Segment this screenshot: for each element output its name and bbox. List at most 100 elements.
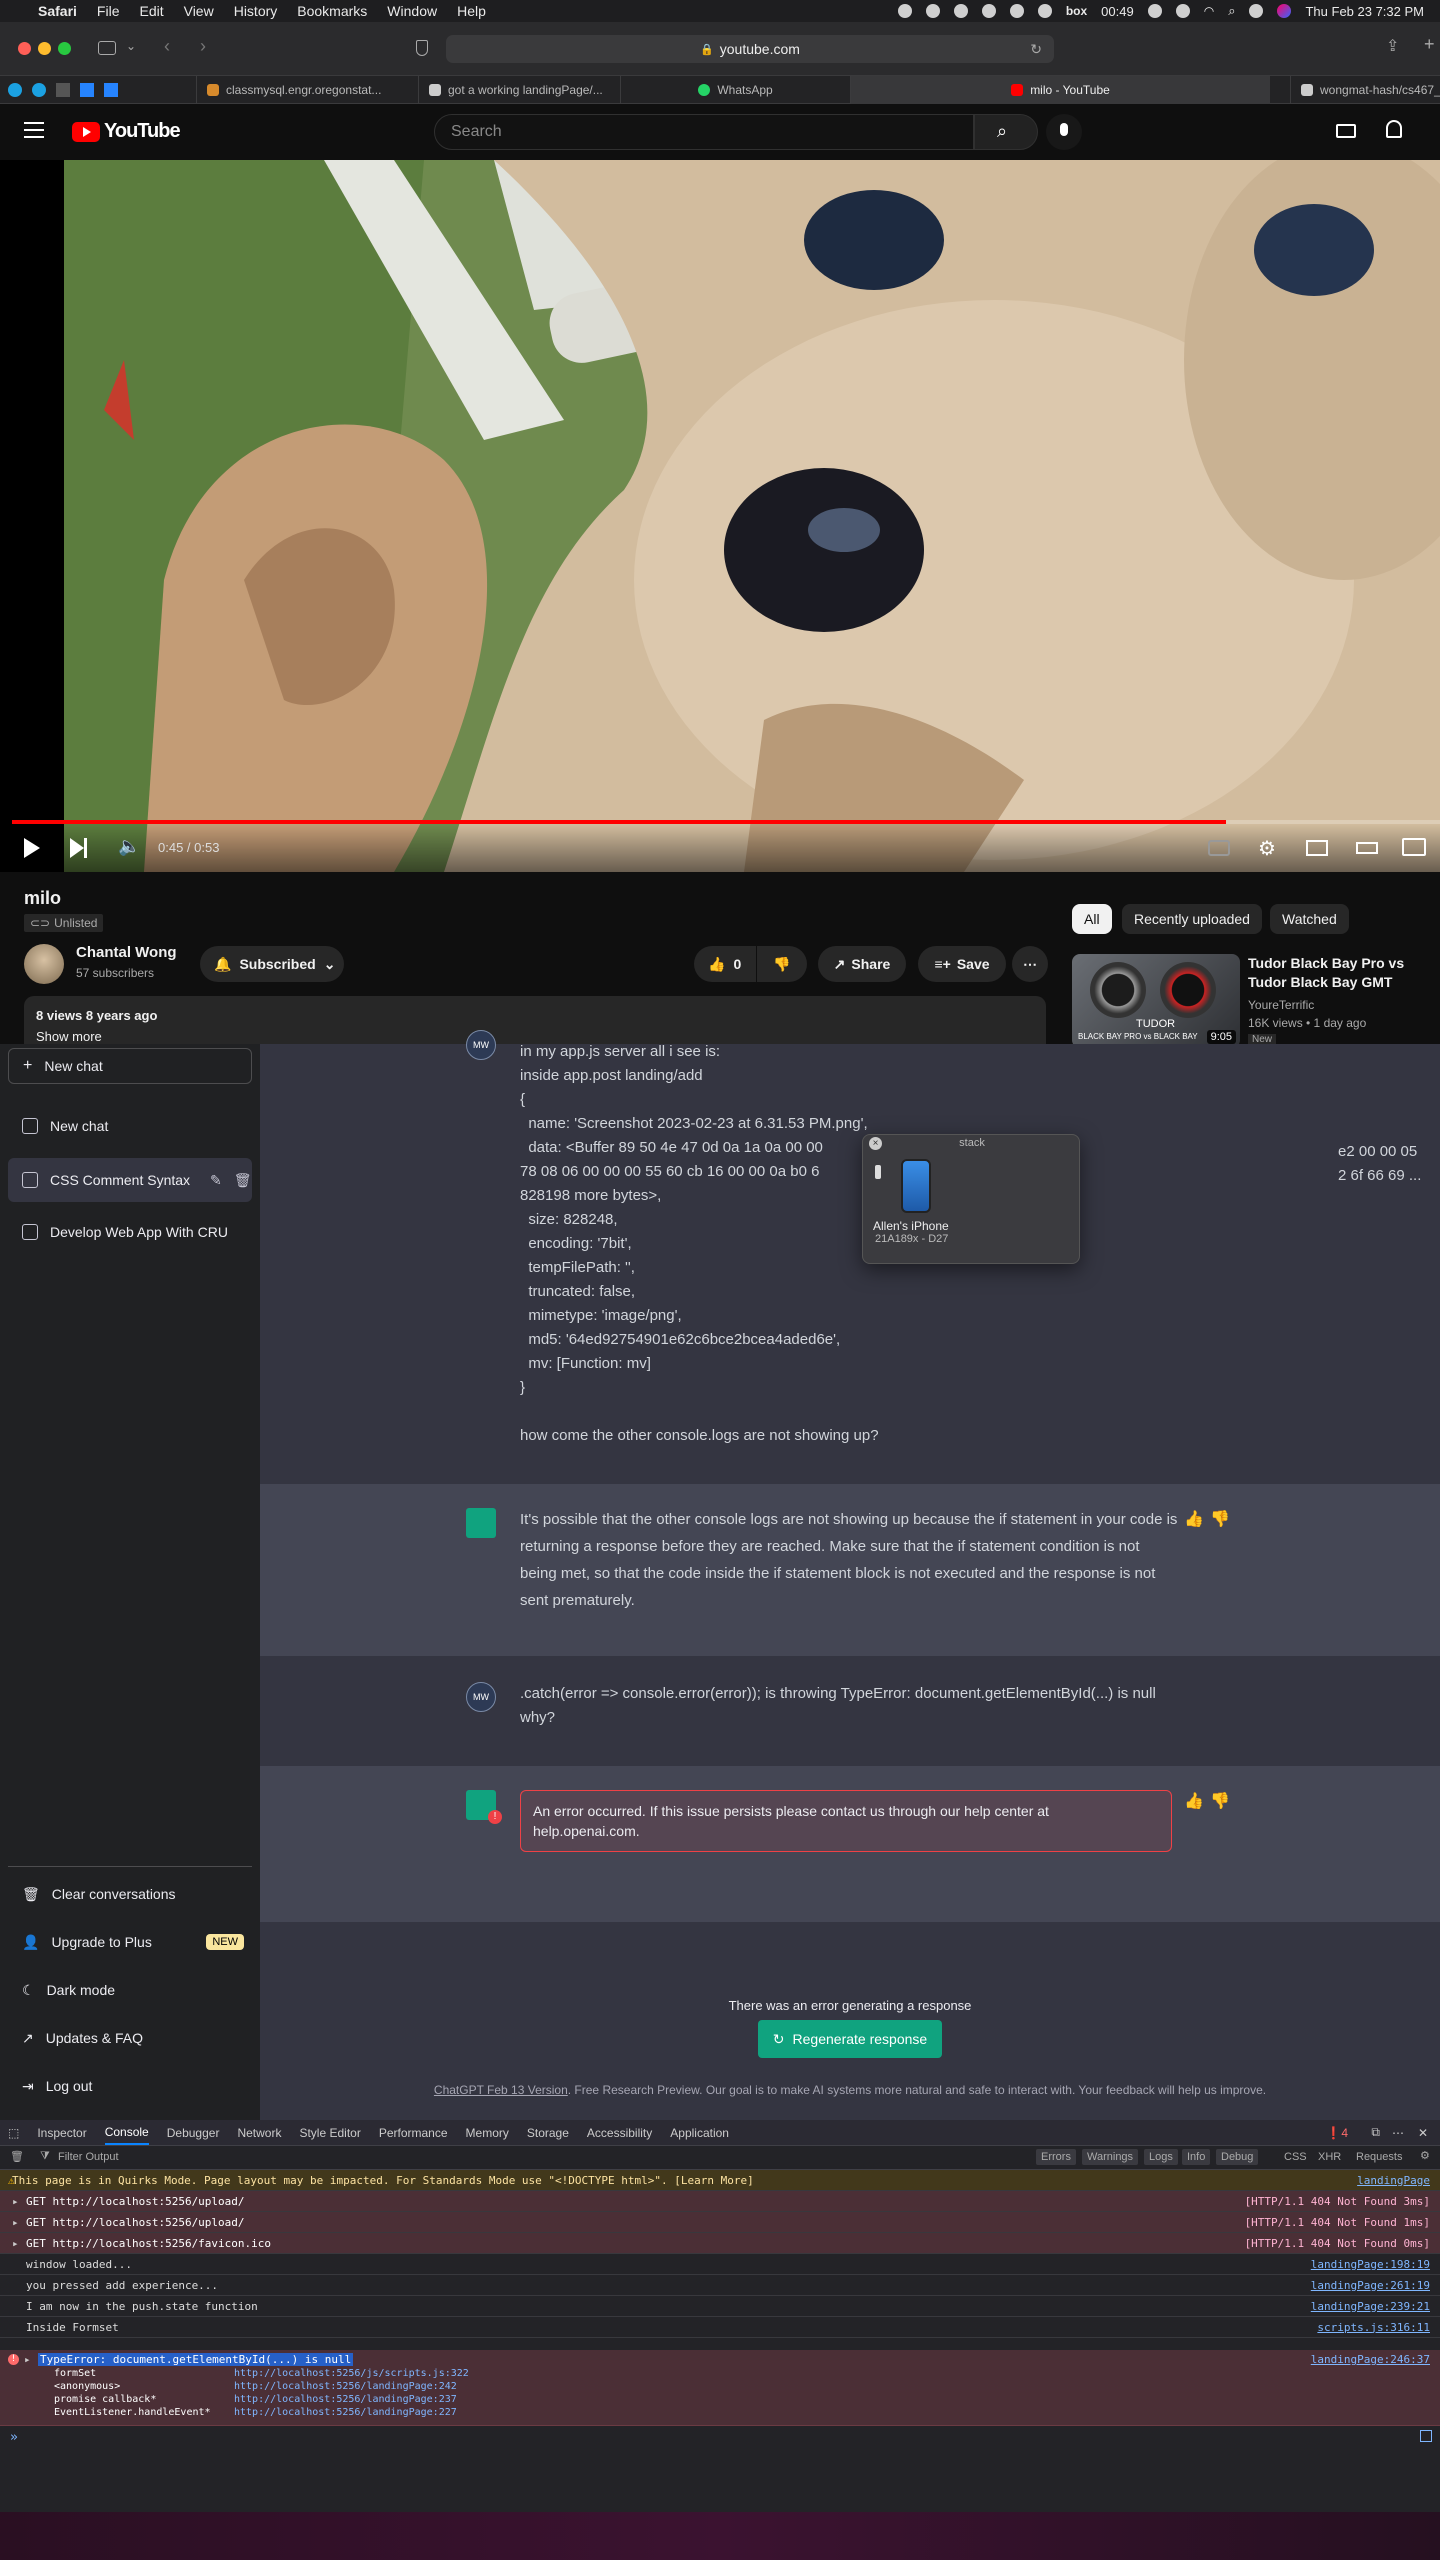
channel-avatar[interactable] [24, 944, 64, 984]
sidebar-item-css-comment[interactable]: CSS Comment Syntax ✎ 🗑 [8, 1158, 252, 1202]
expand-arrow-icon[interactable]: ▸ [12, 2195, 19, 2208]
pinned-tab[interactable] [80, 83, 94, 97]
chevron-down-icon[interactable]: ⌄ [126, 39, 136, 53]
tab-youtube-active[interactable]: milo - YouTube [850, 76, 1270, 104]
tab-console[interactable]: Console [104, 2121, 149, 2145]
source-link[interactable]: landingPage:261:19 [1311, 2279, 1430, 2292]
share-button[interactable]: ↗ Share [818, 946, 906, 982]
stack-location-link[interactable]: http://localhost:5256/landingPage:242 [234, 2381, 457, 2392]
filter-errors[interactable]: Errors [1036, 2149, 1076, 2165]
filter-css[interactable]: CSS [1284, 2151, 1307, 2163]
menu-app-name[interactable]: Safari [38, 3, 77, 19]
miniplayer-icon[interactable] [1306, 840, 1328, 856]
reload-icon[interactable]: ↻ [1030, 41, 1042, 58]
close-devtools-icon[interactable]: ✕ [1418, 2126, 1428, 2140]
dock-icon[interactable]: ⧉ [1371, 2125, 1380, 2140]
close-window-button[interactable] [18, 42, 31, 55]
network-error-row[interactable]: ▸ GET http://localhost:5256/favicon.ico [H… [0, 2233, 1440, 2254]
search-icon[interactable]: ⌕ [1228, 3, 1235, 19]
tab-wongmat[interactable]: wongmat-hash/cs467_... [1290, 76, 1440, 104]
thumbs-up-icon[interactable]: 👍 [1184, 1508, 1204, 1532]
share-icon[interactable]: ⇪ [1386, 36, 1399, 56]
search-button[interactable]: ⌕ [974, 114, 1038, 150]
forward-icon[interactable]: › [200, 36, 206, 57]
sidebar-item-develop-web-app[interactable]: Develop Web App With CRU [8, 1210, 252, 1254]
filter-warnings[interactable]: Warnings [1082, 2149, 1139, 2165]
play-button[interactable] [24, 838, 40, 858]
filter-requests[interactable]: Requests [1356, 2151, 1402, 2163]
version-link[interactable]: ChatGPT Feb 13 Version [434, 2083, 568, 2097]
more-options-icon[interactable]: ⋯ [1392, 2126, 1404, 2140]
tab-github[interactable]: got a working landingPage/... [418, 76, 620, 104]
tab-whatsapp[interactable]: WhatsApp [620, 76, 850, 104]
pick-element-icon[interactable]: ⬚ [8, 2126, 19, 2140]
hamburger-menu-icon[interactable] [24, 122, 44, 138]
pinned-tab[interactable] [104, 83, 118, 97]
sidebar-item-new-chat[interactable]: New chat [8, 1104, 252, 1148]
wifi-icon[interactable]: ◠ [1204, 4, 1214, 18]
tab-network[interactable]: Network [237, 2126, 281, 2140]
trash-icon[interactable]: 🗑 [234, 1172, 252, 1189]
chip-watched[interactable]: Watched [1270, 904, 1349, 934]
menu-view[interactable]: View [184, 3, 214, 19]
filter-xhr[interactable]: XHR [1318, 2151, 1341, 2163]
menu-edit[interactable]: Edit [139, 3, 163, 19]
recommended-title[interactable]: Tudor Black Bay Pro vs Tudor Black Bay G… [1248, 954, 1434, 992]
recommended-channel[interactable]: YoureTerrific [1248, 998, 1314, 1012]
new-chat-button[interactable]: + New chat [8, 1048, 252, 1084]
status-icon[interactable] [953, 4, 968, 18]
split-console-icon[interactable] [1420, 2430, 1432, 2442]
updates-faq-link[interactable]: ↗ Updates & FAQ [8, 2016, 252, 2060]
description-box[interactable]: 8 views 8 years ago Show more [24, 996, 1046, 1044]
tab-memory[interactable]: Memory [466, 2126, 509, 2140]
console-settings-gear-icon[interactable]: ⚙ [1420, 2149, 1430, 2162]
tab-performance[interactable]: Performance [379, 2126, 448, 2140]
filter-output-input[interactable]: Filter Output [58, 2151, 119, 2163]
siri-icon[interactable] [1277, 4, 1292, 18]
tab-style-editor[interactable]: Style Editor [299, 2126, 360, 2140]
menu-help[interactable]: Help [457, 3, 486, 19]
pinned-tab[interactable] [56, 83, 70, 97]
clock[interactable]: Thu Feb 23 7:32 PM [1305, 4, 1424, 19]
youtube-logo-icon[interactable] [72, 122, 100, 142]
theater-mode-icon[interactable] [1356, 842, 1378, 854]
captions-icon[interactable] [1208, 840, 1230, 856]
like-button[interactable]: 👍 0 [694, 946, 756, 982]
address-bar[interactable]: 🔒 youtube.com ↻ [446, 35, 1054, 63]
tab-application[interactable]: Application [670, 2126, 729, 2140]
youtube-logo-text[interactable]: YouTube [104, 120, 181, 143]
status-icon[interactable] [897, 4, 912, 18]
tab-storage[interactable]: Storage [527, 2126, 569, 2140]
menu-bookmarks[interactable]: Bookmarks [297, 3, 367, 19]
filter-logs[interactable]: Logs [1144, 2149, 1178, 2165]
tab-accessibility[interactable]: Accessibility [587, 2126, 652, 2140]
save-button[interactable]: ≡+ Save [918, 946, 1006, 982]
stack-location-link[interactable]: http://localhost:5256/landingPage:227 [234, 2407, 457, 2418]
back-icon[interactable]: ‹ [164, 36, 170, 57]
expand-arrow-icon[interactable]: ▸ [12, 2237, 19, 2250]
network-error-row[interactable]: ▸ GET http://localhost:5256/upload/ [HTTP/… [0, 2191, 1440, 2212]
menu-file[interactable]: File [97, 3, 120, 19]
menu-window[interactable]: Window [387, 3, 437, 19]
play-icon[interactable] [1175, 4, 1190, 18]
tab-debugger[interactable]: Debugger [167, 2126, 220, 2140]
source-link[interactable]: landingPage:239:21 [1311, 2300, 1430, 2313]
volume-icon[interactable]: 🔈 [118, 836, 140, 857]
search-input[interactable]: Search [434, 114, 974, 150]
sidebar-toggle-icon[interactable] [98, 41, 116, 55]
video-player[interactable]: 🔈 0:45 / 0:53 ⚙ [0, 160, 1440, 872]
status-icon[interactable] [981, 4, 996, 18]
create-video-icon[interactable] [1336, 124, 1356, 138]
clear-conversations-button[interactable]: 🗑 Clear conversations [8, 1872, 252, 1916]
status-icon[interactable] [925, 4, 940, 18]
subscribed-button[interactable]: 🔔 Subscribed ⌄ [200, 946, 344, 982]
filter-debug[interactable]: Debug [1216, 2149, 1259, 2165]
dark-mode-button[interactable]: ☾ Dark mode [8, 1968, 252, 2012]
zoom-window-button[interactable] [58, 42, 71, 55]
video-frame[interactable] [64, 160, 1440, 872]
log-out-button[interactable]: ⇥ Log out [8, 2064, 252, 2108]
status-icon[interactable] [1037, 4, 1052, 18]
console-input[interactable]: » [0, 2426, 1440, 2512]
stack-popup[interactable]: × stack Allen's iPhone 21A189x - D27 [862, 1134, 1080, 1264]
privacy-shield-icon[interactable] [416, 40, 428, 56]
